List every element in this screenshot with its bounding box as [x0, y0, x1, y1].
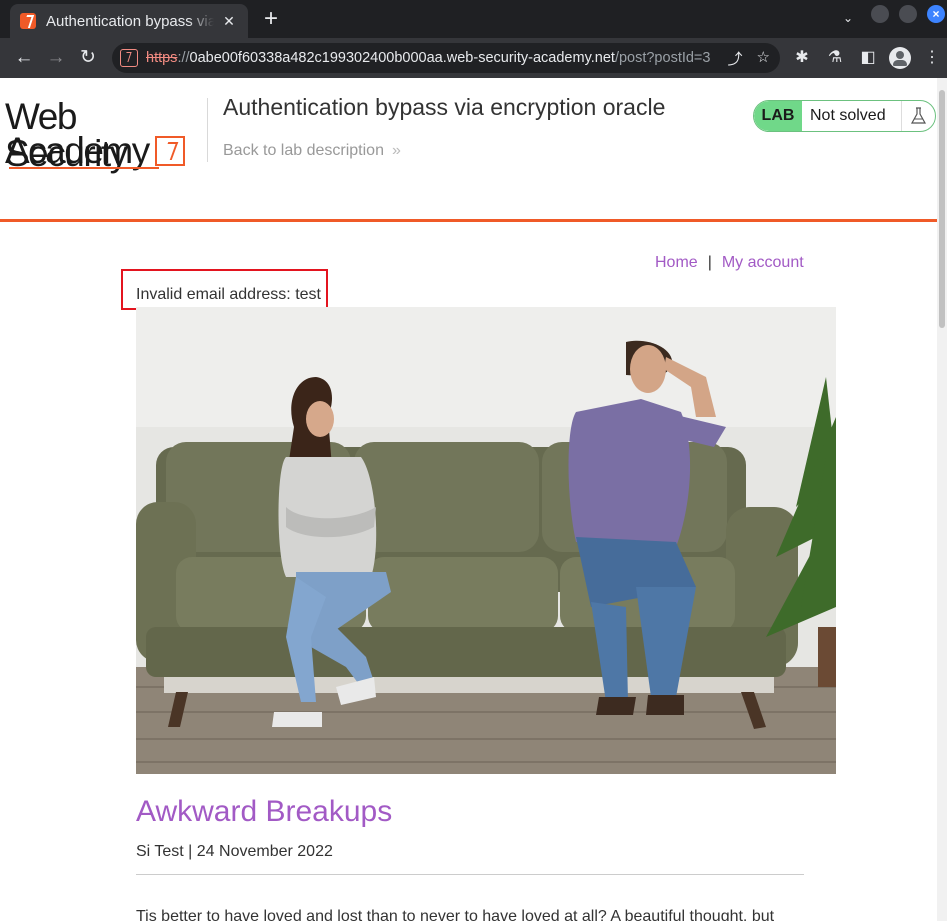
home-link[interactable]: Home: [655, 254, 698, 271]
my-account-link[interactable]: My account: [722, 254, 804, 271]
close-icon[interactable]: ✕: [220, 12, 238, 30]
browser-tab-strip: Authentication bypass via encryption ora…: [0, 0, 947, 38]
nav-separator: |: [707, 254, 712, 271]
url-scheme: https: [146, 50, 178, 66]
web-security-academy-logo[interactable]: Web Security Academy: [5, 98, 205, 173]
star-icon[interactable]: ☆: [757, 48, 770, 69]
double-chevron-right-icon: »: [391, 142, 401, 159]
forward-arrow-icon[interactable]: →: [44, 46, 68, 70]
lab-status-text: Not solved: [810, 107, 886, 124]
extensions-icon[interactable]: ✱: [790, 46, 814, 70]
logo-line-2: Academy: [5, 130, 150, 171]
lab-title: Authentication bypass via encryption ora…: [223, 94, 666, 120]
page-scrollbar[interactable]: [937, 78, 947, 921]
top-navigation: Home | My account: [655, 254, 804, 272]
header-divider: [207, 98, 208, 162]
lab-favicon-icon: [20, 13, 36, 29]
sidebar-icon[interactable]: ◧: [856, 46, 880, 70]
lightning-bolt-icon: [155, 136, 185, 166]
post-title: Awkward Breakups: [136, 795, 393, 828]
share-icon[interactable]: ⤴: [728, 48, 743, 69]
flask-icon: [901, 101, 935, 131]
browser-tab[interactable]: Authentication bypass via encryption ora…: [10, 4, 248, 38]
minimize-button[interactable]: [871, 5, 889, 23]
scrollbar-thumb[interactable]: [939, 90, 945, 328]
header-separator: [0, 219, 937, 222]
logo-underline: [9, 167, 159, 169]
profile-avatar-icon[interactable]: [889, 47, 911, 69]
window-close-button[interactable]: ×: [927, 5, 945, 23]
back-link-label: Back to lab description: [223, 142, 384, 159]
new-tab-icon[interactable]: +: [258, 6, 284, 32]
page-viewport: Web Security Academy Authentication bypa…: [0, 78, 937, 921]
lab-status-badge: LAB Not solved: [753, 100, 936, 132]
back-to-lab-description-link[interactable]: Back to lab description »: [223, 142, 401, 160]
reload-icon[interactable]: ↻: [76, 46, 100, 70]
back-arrow-icon[interactable]: ←: [12, 46, 36, 70]
error-notification: Invalid email address: test: [136, 286, 321, 303]
url-separator: ://: [177, 50, 190, 66]
post-divider: [136, 874, 804, 875]
address-bar[interactable]: https://0abe00f60338a482c199302400b000aa…: [112, 43, 780, 73]
flask-icon[interactable]: ⚗: [823, 46, 847, 70]
couple-on-sofa-illustration: [136, 307, 836, 774]
kebab-menu-icon[interactable]: ⋮: [920, 46, 944, 70]
url-path: /post?postId=3: [614, 50, 711, 66]
browser-toolbar: ← → ↻ https://0abe00f60338a482c199302400…: [0, 38, 947, 78]
url-host: 0abe00f60338a482c199302400b000aa.web-sec…: [189, 50, 615, 66]
post-body-text: Tis better to have loved and lost than t…: [136, 908, 775, 921]
lab-label: LAB: [754, 101, 802, 131]
chevron-down-icon[interactable]: ⌄: [838, 4, 858, 32]
post-meta: Si Test | 24 November 2022: [136, 843, 333, 860]
maximize-button[interactable]: [899, 5, 917, 23]
tab-title: Authentication bypass via encryption ora…: [46, 12, 214, 30]
blog-post-image: [136, 307, 836, 774]
not-secure-icon[interactable]: [120, 49, 138, 67]
